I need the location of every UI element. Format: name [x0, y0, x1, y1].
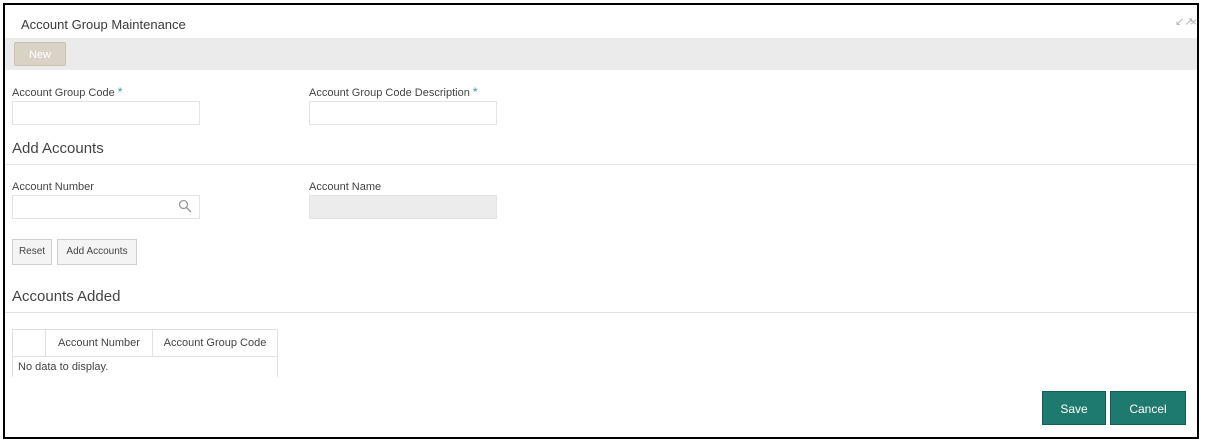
account-group-desc-input[interactable]	[309, 101, 497, 125]
accounts-added-table: Account Number Account Group Code No dat…	[12, 329, 278, 377]
reset-button[interactable]: Reset	[12, 239, 52, 265]
divider	[5, 312, 1197, 313]
account-number-label: Account Number	[12, 181, 94, 193]
account-group-code-label: Account Group Code *	[12, 85, 122, 99]
required-marker: *	[472, 85, 478, 99]
toolbar: New	[5, 38, 1197, 70]
save-button[interactable]: Save	[1042, 391, 1106, 425]
column-header-account-number[interactable]: Account Number	[45, 329, 153, 357]
required-marker: *	[117, 85, 123, 99]
column-header-account-group-code[interactable]: Account Group Code	[152, 329, 278, 357]
add-accounts-heading: Add Accounts	[12, 140, 104, 157]
column-header-select	[12, 329, 46, 357]
search-icon[interactable]	[178, 199, 192, 213]
account-group-code-input[interactable]	[12, 101, 200, 125]
new-button[interactable]: New	[14, 42, 66, 66]
account-name-input	[309, 195, 497, 219]
add-accounts-button[interactable]: Add Accounts	[57, 239, 137, 265]
divider	[5, 164, 1197, 165]
window-title: Account Group Maintenance	[21, 17, 186, 32]
empty-message: No data to display.	[12, 356, 278, 377]
account-name-label: Account Name	[309, 181, 382, 193]
account-group-desc-label-text: Account Group Code Description	[309, 87, 470, 99]
account-group-code-label-text: Account Group Code	[12, 87, 115, 99]
cancel-button[interactable]: Cancel	[1110, 391, 1186, 425]
close-icon[interactable]: ×	[1190, 15, 1197, 29]
account-group-desc-label: Account Group Code Description *	[309, 85, 477, 99]
table-row: No data to display.	[12, 356, 278, 377]
account-number-field[interactable]	[12, 195, 200, 219]
account-group-window: Account Group Maintenance ↙↗ × New Accou…	[3, 3, 1199, 439]
accounts-added-heading: Accounts Added	[12, 288, 121, 305]
